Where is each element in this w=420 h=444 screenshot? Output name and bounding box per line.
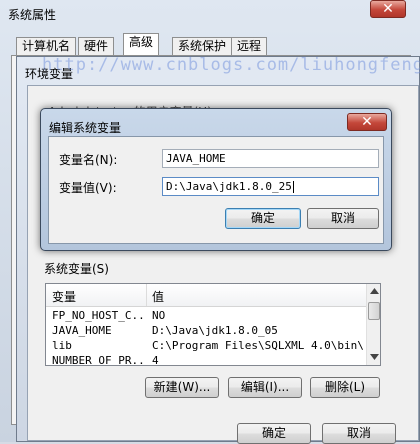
column-header-value[interactable]: 值 <box>152 288 164 305</box>
system-variables-label: 系统变量(S) <box>44 262 109 276</box>
ok-button[interactable]: 确定 <box>237 423 311 444</box>
list-header: 变量 值 <box>46 284 366 307</box>
variable-name-input[interactable]: JAVA_HOME <box>162 149 379 168</box>
column-header-variable[interactable]: 变量 <box>52 288 76 305</box>
close-icon: ✕ <box>382 1 394 17</box>
edit-dialog-body: 变量名(N): JAVA_HOME 变量值(V): D:\Java\jdk1.8… <box>48 136 384 244</box>
table-row[interactable]: NUMBER_OF_PR... 4 <box>46 354 366 365</box>
edit-system-variable-dialog: 编辑系统变量 ✕ 变量名(N): JAVA_HOME 变量值(V): D:\Ja… <box>40 108 392 251</box>
dialog-cancel-button[interactable]: 取消 <box>307 208 379 229</box>
scroll-down-arrow-icon[interactable] <box>370 354 379 360</box>
table-row[interactable]: lib C:\Program Files\SQLXML 4.0\bin\ <box>46 339 366 354</box>
scroll-up-arrow-icon[interactable] <box>370 288 379 294</box>
variable-name-label: 变量名(N): <box>59 153 118 167</box>
edit-dialog-title: 编辑系统变量 <box>49 121 122 135</box>
tab-computer-name[interactable]: 计算机名 <box>16 37 77 55</box>
system-properties-close-button[interactable]: ✕ <box>370 0 406 18</box>
tab-hardware[interactable]: 硬件 <box>78 37 115 55</box>
delete-variable-button[interactable]: 删除(L) <box>310 377 380 398</box>
watermark-text: http://www.cnblogs.com/liuhongfeng <box>42 55 420 75</box>
tab-system-protection[interactable]: 系统保护 <box>172 37 233 55</box>
variable-value-label: 变量值(V): <box>59 181 117 195</box>
table-row[interactable]: JAVA_HOME D:\Java\jdk1.8.0_05 <box>46 324 366 339</box>
system-properties-title: 系统属性 <box>8 8 57 22</box>
list-scrollbar[interactable] <box>366 284 380 365</box>
edit-variable-button[interactable]: 编辑(I)... <box>228 377 302 398</box>
edit-dialog-close-button[interactable]: ✕ <box>347 113 387 131</box>
column-divider[interactable] <box>146 284 147 306</box>
new-variable-button[interactable]: 新建(W)... <box>145 377 219 398</box>
close-icon: ✕ <box>361 114 373 130</box>
tab-remote[interactable]: 远程 <box>231 37 268 55</box>
scrollbar-thumb[interactable] <box>368 302 380 320</box>
dialog-ok-button[interactable]: 确定 <box>225 208 301 229</box>
variable-value-input[interactable]: D:\Java\jdk1.8.0_25 <box>162 177 379 196</box>
tab-advanced[interactable]: 高级 <box>123 33 160 57</box>
table-row[interactable]: FP_NO_HOST_C... NO <box>46 309 366 324</box>
text-caret <box>292 181 294 193</box>
cancel-button[interactable]: 取消 <box>322 423 396 444</box>
system-variables-list[interactable]: 变量 值 FP_NO_HOST_C... NO JAVA_HOME D:\Jav… <box>45 283 381 366</box>
